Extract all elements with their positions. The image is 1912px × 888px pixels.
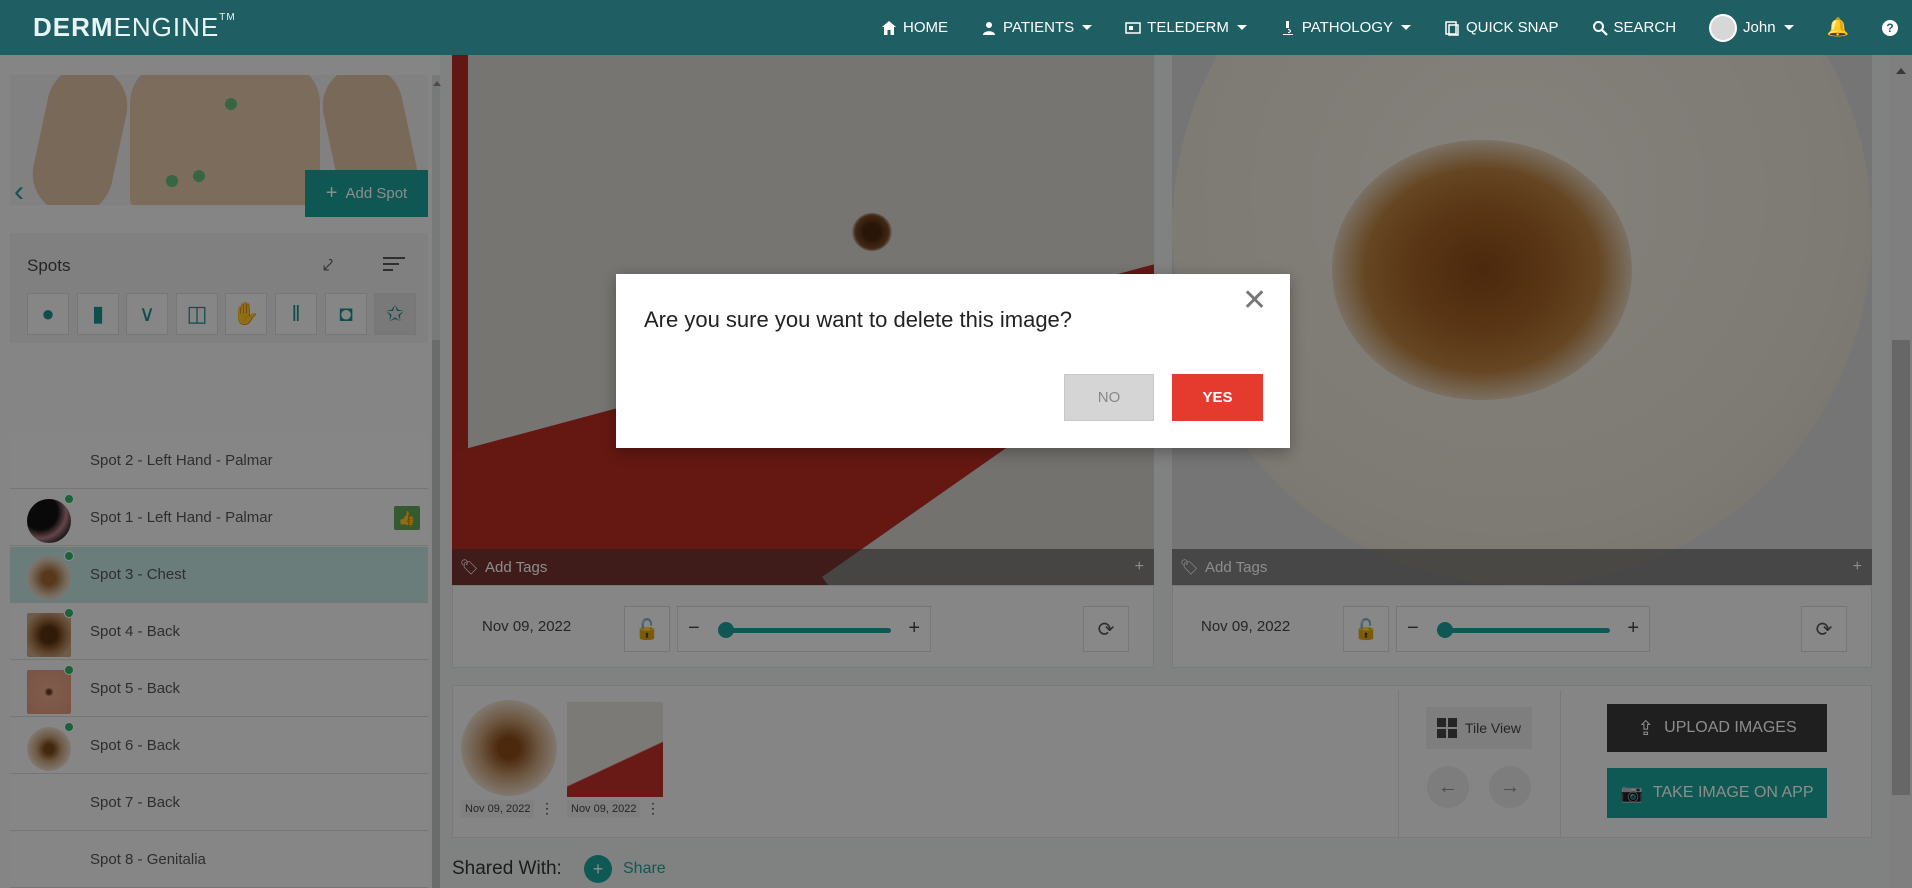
nav-quick-snap[interactable]: QUICK SNAP [1444, 19, 1559, 36]
close-icon[interactable]: ✕ [1242, 286, 1267, 316]
home-icon [882, 20, 897, 35]
nav-quick-snap-label: QUICK SNAP [1466, 19, 1559, 36]
chevron-down-icon [1236, 25, 1247, 30]
nav-telederm[interactable]: TELEDERM [1125, 19, 1247, 36]
no-button[interactable]: NO [1064, 374, 1154, 421]
search-icon [1592, 20, 1608, 36]
patients-icon [983, 21, 996, 35]
help-button[interactable]: ? [1882, 19, 1898, 36]
modal-backdrop[interactable] [0, 55, 1912, 888]
yes-button[interactable]: YES [1172, 374, 1263, 421]
nav-telederm-label: TELEDERM [1147, 19, 1229, 36]
dermengine-logo[interactable]: DERMENGINETM [33, 12, 236, 43]
delete-confirm-dialog: Are you sure you want to delete this ima… [616, 274, 1290, 448]
nav-pathology-label: PATHOLOGY [1301, 19, 1393, 36]
avatar [1709, 13, 1738, 42]
telederm-icon [1125, 21, 1141, 34]
chevron-down-icon [1783, 25, 1794, 30]
nav-home[interactable]: HOME [881, 19, 948, 36]
nav-patients[interactable]: PATIENTS [981, 19, 1093, 36]
microscope-icon [1282, 20, 1293, 35]
nav-patients-label: PATIENTS [1003, 19, 1075, 36]
logo-bold-text: DERM [33, 12, 114, 42]
chevron-down-icon [1401, 25, 1411, 30]
nav-user-label: John [1743, 19, 1776, 36]
dialog-message: Are you sure you want to delete this ima… [644, 307, 1073, 332]
chevron-down-icon [1082, 25, 1093, 30]
quick-snap-icon [1445, 20, 1459, 36]
logo-light-text: ENGINE [113, 12, 220, 42]
top-navbar: DERMENGINETM HOME PATIENTS TELEDERM PATH… [0, 0, 1912, 55]
help-icon: ? [1882, 19, 1898, 36]
nav-user-menu[interactable]: John [1709, 13, 1794, 42]
nav-pathology[interactable]: PATHOLOGY [1280, 19, 1411, 36]
nav-search-label: SEARCH [1613, 19, 1677, 36]
notification-bell-icon[interactable]: 🔔 [1827, 17, 1849, 38]
logo-tm: TM [219, 12, 236, 23]
nav-search[interactable]: SEARCH [1592, 19, 1677, 36]
nav-items: HOME PATIENTS TELEDERM PATHOLOGY QUICK S… [881, 0, 1912, 55]
nav-home-label: HOME [903, 19, 949, 36]
